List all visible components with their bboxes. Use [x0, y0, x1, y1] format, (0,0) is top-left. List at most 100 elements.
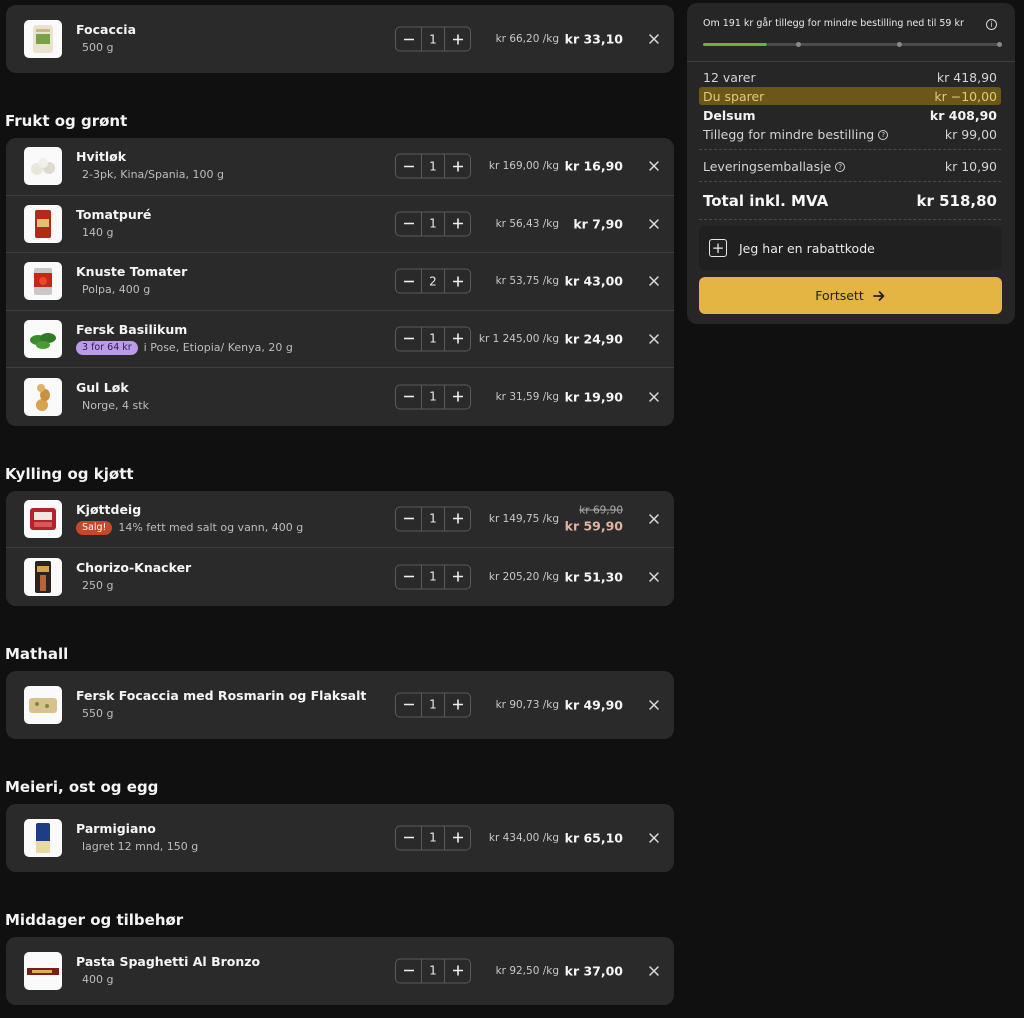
increase-quantity-button[interactable] — [445, 959, 470, 982]
packaging-line: Leveringsemballasje? kr 10,90 — [699, 157, 1001, 175]
decrease-quantity-button[interactable] — [396, 565, 421, 588]
plus-icon — [452, 699, 463, 710]
quantity-value[interactable]: 1 — [421, 507, 445, 531]
quantity-value[interactable]: 1 — [421, 959, 445, 982]
product-image[interactable] — [24, 262, 62, 301]
product-name[interactable]: Fersk Focaccia med Rosmarin og Flaksalt — [76, 688, 366, 703]
decrease-quantity-button[interactable] — [396, 693, 421, 716]
product-name[interactable]: Knuste Tomater — [76, 264, 187, 279]
product-name[interactable]: Focaccia — [76, 22, 136, 37]
increase-quantity-button[interactable] — [445, 507, 470, 530]
remove-item-button[interactable] — [647, 698, 661, 712]
category-card: Parmigiano lagret 12 mnd, 150 g 1 kr 434,00… — [6, 803, 674, 872]
product-image[interactable] — [24, 951, 62, 990]
close-icon — [649, 965, 659, 976]
category-card: Focaccia 500 g 1 kr 66,20 /kg kr 33,10 — [6, 5, 674, 73]
cart-item-row: Kjøttdeig Salg! 14% fett med salt og vann,… — [6, 491, 674, 548]
increase-quantity-button[interactable] — [445, 327, 470, 350]
increase-quantity-button[interactable] — [445, 155, 470, 178]
quantity-value[interactable]: 1 — [421, 693, 445, 716]
category-heading: Mathall — [5, 644, 69, 663]
remove-item-button[interactable] — [647, 217, 661, 231]
continue-label: Fortsett — [815, 288, 864, 303]
product-name[interactable]: Hvitløk — [76, 149, 126, 164]
question-icon[interactable]: ? — [835, 162, 846, 172]
quantity-value[interactable]: 1 — [421, 212, 445, 236]
question-icon[interactable]: ? — [878, 130, 889, 140]
remove-item-button[interactable] — [647, 32, 661, 46]
quantity-stepper: 1 — [395, 564, 471, 590]
product-image[interactable] — [24, 147, 62, 186]
product-name[interactable]: Tomatpuré — [76, 207, 151, 222]
remove-item-button[interactable] — [647, 570, 661, 584]
product-details: 2-3pk, Kina/Spania, 100 g — [76, 168, 224, 181]
decrease-quantity-button[interactable] — [396, 385, 421, 408]
product-subtitle: Polpa, 400 g — [82, 283, 151, 297]
total-value: kr 518,80 — [916, 192, 997, 210]
savings-line: Du sparer kr −10,00 — [699, 87, 1001, 105]
plus-icon — [452, 513, 463, 524]
decrease-quantity-button[interactable] — [396, 327, 421, 350]
promo-code-button[interactable]: + Jeg har en rabattkode — [699, 226, 1002, 270]
quantity-value[interactable]: 1 — [421, 154, 445, 178]
product-name[interactable]: Pasta Spaghetti Al Bronzo — [76, 954, 260, 969]
product-name[interactable]: Fersk Basilikum — [76, 322, 187, 337]
increase-quantity-button[interactable] — [445, 212, 470, 235]
increase-quantity-button[interactable] — [445, 385, 470, 408]
product-name[interactable]: Kjøttdeig — [76, 502, 141, 517]
increase-quantity-button[interactable] — [445, 28, 470, 51]
product-image[interactable] — [24, 685, 62, 724]
product-name[interactable]: Parmigiano — [76, 821, 156, 836]
remove-item-button[interactable] — [647, 159, 661, 173]
info-icon[interactable]: i — [986, 19, 997, 30]
decrease-quantity-button[interactable] — [396, 270, 421, 293]
product-name[interactable]: Chorizo-Knacker — [76, 560, 191, 575]
product-image[interactable] — [24, 818, 62, 857]
plus-icon — [452, 34, 463, 44]
summary-divider — [687, 61, 1015, 62]
increase-quantity-button[interactable] — [445, 565, 470, 588]
product-name[interactable]: Gul Løk — [76, 380, 129, 395]
increase-quantity-button[interactable] — [445, 826, 470, 849]
plus-icon — [452, 571, 463, 582]
quantity-value[interactable]: 1 — [421, 565, 445, 589]
quantity-value[interactable]: 1 — [421, 327, 445, 351]
quantity-value[interactable]: 1 — [421, 385, 445, 409]
remove-item-button[interactable] — [647, 964, 661, 978]
remove-item-button[interactable] — [647, 512, 661, 526]
category-card: Kjøttdeig Salg! 14% fett med salt og vann,… — [6, 490, 674, 606]
summary-separator — [699, 219, 1001, 220]
subtotal-label: Delsum — [703, 107, 756, 123]
minus-icon — [403, 969, 414, 972]
plus-icon — [452, 276, 463, 287]
product-subtitle: 250 g — [82, 578, 114, 592]
increase-quantity-button[interactable] — [445, 270, 470, 293]
increase-quantity-button[interactable] — [445, 693, 470, 716]
decrease-quantity-button[interactable] — [396, 507, 421, 530]
quantity-value[interactable]: 1 — [421, 27, 445, 51]
remove-item-button[interactable] — [647, 332, 661, 346]
cart-item-row: Knuste Tomater Polpa, 400 g 2 kr 53,75 /kg k… — [6, 253, 674, 311]
decrease-quantity-button[interactable] — [396, 212, 421, 235]
remove-item-button[interactable] — [647, 831, 661, 845]
decrease-quantity-button[interactable] — [396, 826, 421, 849]
remove-item-button[interactable] — [647, 274, 661, 288]
product-image[interactable] — [24, 499, 62, 538]
product-image[interactable] — [24, 319, 62, 358]
cart-item-row: Focaccia 500 g 1 kr 66,20 /kg kr 33,10 — [6, 5, 674, 73]
decrease-quantity-button[interactable] — [396, 155, 421, 178]
decrease-quantity-button[interactable] — [396, 959, 421, 982]
continue-button[interactable]: Fortsett — [699, 277, 1002, 314]
product-image[interactable] — [24, 377, 62, 416]
product-subtitle: 500 g — [82, 41, 114, 54]
product-image[interactable] — [24, 20, 62, 58]
cart-item-row: Tomatpuré 140 g 1 kr 56,43 /kg kr 7,90 — [6, 196, 674, 253]
cart-item-row: Hvitløk 2-3pk, Kina/Spania, 100 g 1 kr 169,… — [6, 138, 674, 196]
decrease-quantity-button[interactable] — [396, 28, 421, 51]
quantity-value[interactable]: 2 — [421, 269, 445, 293]
product-details: 400 g — [76, 973, 113, 986]
product-image[interactable] — [24, 204, 62, 243]
product-image[interactable] — [24, 557, 62, 596]
remove-item-button[interactable] — [647, 390, 661, 404]
quantity-value[interactable]: 1 — [421, 826, 445, 849]
